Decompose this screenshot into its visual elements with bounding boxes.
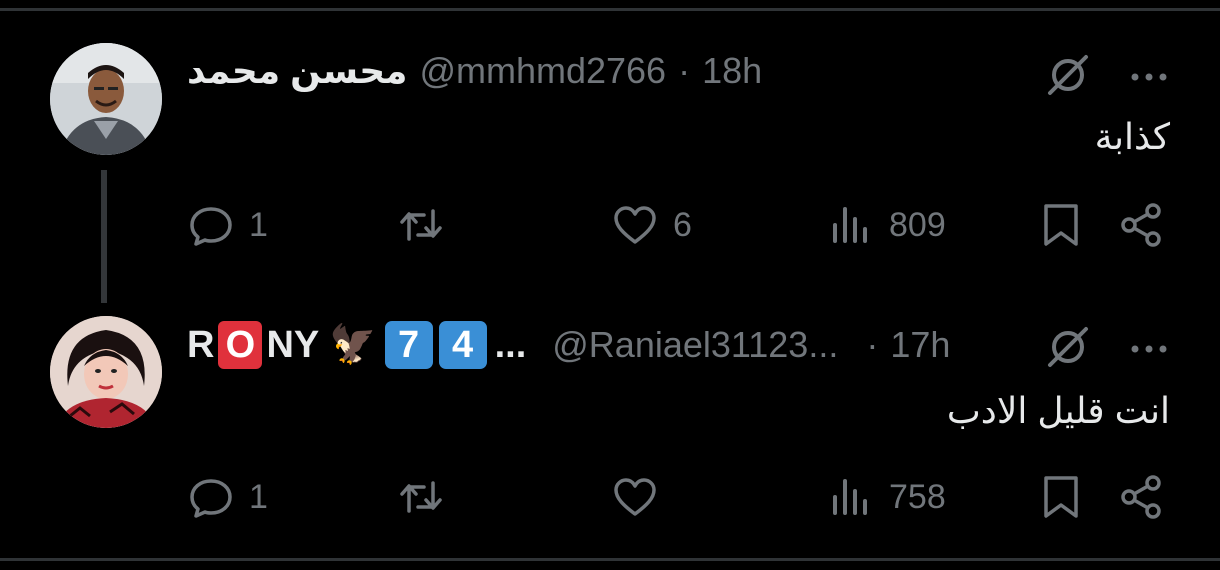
eagle-emoji: 🦅	[329, 324, 377, 366]
heart-icon	[614, 206, 656, 244]
views-icon	[833, 207, 867, 243]
retweet-button[interactable]	[397, 470, 459, 524]
display-name[interactable]: محسن محمد	[187, 50, 407, 92]
retweet-icon	[400, 209, 442, 241]
tweet[interactable]: محسن محمد @mmhmd2766 · 18h كذابة 1 6 809	[0, 40, 1220, 310]
like-button[interactable]	[611, 470, 673, 524]
reply-icon	[190, 479, 232, 518]
tweet-header: R O NY 🦅 7 4 ... @Raniael31123... · 17h	[187, 320, 1060, 370]
tweet-actions: 1 6 809	[187, 198, 1172, 252]
reply-count: 1	[249, 205, 268, 244]
bookmark-button[interactable]	[1037, 470, 1085, 524]
share-icon	[1121, 203, 1161, 247]
views-button[interactable]: 809	[827, 198, 946, 252]
avatar[interactable]	[50, 316, 162, 428]
share-icon	[1121, 475, 1161, 519]
reply-button[interactable]: 1	[187, 470, 268, 524]
avatar-image	[50, 316, 162, 428]
timestamp[interactable]: 17h	[890, 324, 950, 366]
separator-dot: ·	[678, 50, 691, 91]
tweet-header: محسن محمد @mmhmd2766 · 18h	[187, 46, 1060, 96]
name-truncation: ...	[494, 323, 527, 366]
display-name[interactable]: R O NY 🦅 7 4 ...	[187, 321, 526, 369]
retweet-icon	[400, 481, 442, 513]
views-count: 758	[889, 477, 946, 516]
avatar-image	[50, 43, 162, 155]
more-icon[interactable]	[1126, 54, 1172, 100]
bookmark-button[interactable]	[1037, 198, 1085, 252]
views-icon	[833, 479, 867, 515]
views-button[interactable]: 758	[827, 470, 946, 524]
top-divider	[0, 8, 1220, 11]
tweet[interactable]: R O NY 🦅 7 4 ... @Raniael31123... · 17h …	[0, 312, 1220, 552]
timestamp[interactable]: 18h	[702, 50, 762, 92]
reply-button[interactable]: 1	[187, 198, 268, 252]
name-boxed-letter: O	[218, 321, 263, 369]
bookmark-icon	[1044, 204, 1078, 246]
bookmark-icon	[1044, 476, 1078, 518]
keycap-digit: 7	[384, 321, 433, 369]
like-button[interactable]: 6	[611, 198, 692, 252]
share-button[interactable]	[1117, 470, 1165, 524]
tweet-actions: 1 758	[187, 470, 1172, 524]
user-handle[interactable]: @Raniael31123...	[552, 324, 838, 366]
heart-icon	[614, 478, 656, 516]
keycap-digit: 4	[438, 321, 487, 369]
grok-icon[interactable]	[1044, 323, 1092, 371]
tweet-text: كذابة	[1094, 116, 1170, 157]
more-icon[interactable]	[1126, 326, 1172, 372]
reply-count: 1	[249, 477, 268, 516]
bottom-divider	[0, 558, 1220, 561]
user-handle[interactable]: @mmhmd2766	[419, 50, 666, 92]
separator-dot: ·	[866, 324, 879, 365]
reply-icon	[190, 207, 232, 246]
retweet-button[interactable]	[397, 198, 459, 252]
grok-icon[interactable]	[1044, 51, 1092, 99]
like-count: 6	[673, 205, 692, 244]
name-part: NY	[266, 323, 320, 366]
tweet-text: انت قليل الادب	[946, 390, 1170, 431]
share-button[interactable]	[1117, 198, 1165, 252]
thread-connector	[101, 170, 107, 303]
views-count: 809	[889, 205, 946, 244]
avatar[interactable]	[50, 43, 162, 155]
name-part: R	[187, 323, 215, 366]
